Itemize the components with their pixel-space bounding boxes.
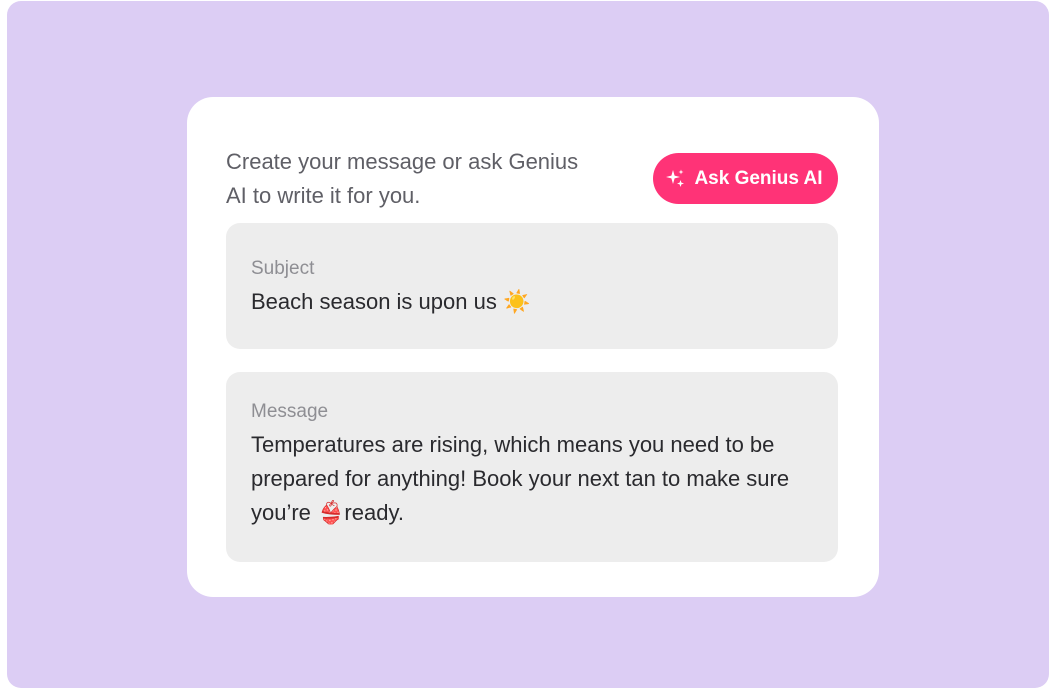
message-value[interactable]: Temperatures are rising, which means you… (251, 428, 813, 530)
ask-genius-ai-button[interactable]: Ask Genius AI (653, 153, 838, 204)
subject-label: Subject (251, 258, 315, 279)
message-composer-card: Create your message or ask Genius AI to … (187, 97, 879, 597)
message-label: Message (251, 401, 329, 422)
subject-field[interactable]: Subject Beach season is upon us ☀️ (226, 223, 838, 349)
subject-value[interactable]: Beach season is upon us ☀️ (251, 285, 813, 319)
composer-intro-text: Create your message or ask Genius AI to … (226, 149, 579, 208)
message-field[interactable]: Message Temperatures are rising, which m… (226, 372, 838, 562)
page-background: Create your message or ask Genius AI to … (7, 1, 1049, 688)
ask-genius-ai-label: Ask Genius AI (694, 167, 823, 189)
sparkle-icon (664, 168, 686, 190)
